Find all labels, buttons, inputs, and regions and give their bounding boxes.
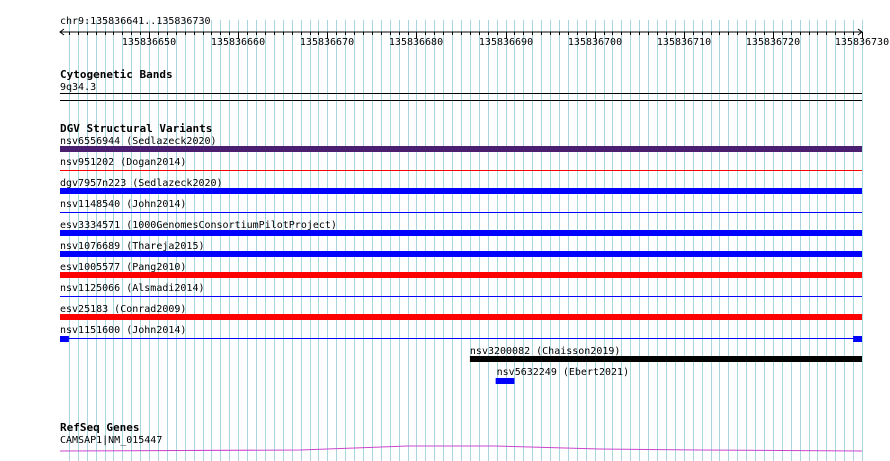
dgv-feature-label: nsv1151600 (John2014) bbox=[60, 325, 186, 336]
ruler-tick-label: 135836710 bbox=[657, 37, 711, 48]
dgv-feature-block[interactable] bbox=[60, 336, 69, 342]
dgv-feature-label: nsv1148540 (John2014) bbox=[60, 199, 186, 210]
dgv-feature-label: dgv7957n223 (Sedlazeck2020) bbox=[60, 178, 223, 189]
ruler-ticks bbox=[69, 32, 863, 39]
dgv-feature[interactable]: nsv3200082 (Chaisson2019) bbox=[469, 346, 862, 362]
dgv-feature[interactable]: nsv5632249 (Ebert2021) bbox=[495, 367, 629, 384]
dgv-feature-bar[interactable] bbox=[60, 314, 862, 320]
dgv-feature-label: esv25183 (Conrad2009) bbox=[60, 304, 186, 315]
dgv-feature-bar[interactable] bbox=[60, 188, 862, 194]
cytoband-track-title: Cytogenetic Bands bbox=[60, 68, 173, 81]
ruler-tick-label: 135836650 bbox=[122, 37, 176, 48]
dgv-feature-label: nsv1125066 (Alsmadi2014) bbox=[60, 283, 205, 294]
ruler-tick-label: 135836730 bbox=[835, 37, 889, 48]
ruler-tick-label: 135836720 bbox=[746, 37, 800, 48]
ruler-tick-label: 135836680 bbox=[389, 37, 443, 48]
dgv-feature-bar[interactable] bbox=[469, 356, 862, 362]
dgv-feature-bar[interactable] bbox=[60, 230, 862, 236]
ruler-tick-label: 135836660 bbox=[211, 37, 265, 48]
refseq-gene-label: CAMSAP1|NM_015447 bbox=[60, 435, 162, 446]
dgv-feature-label: esv1005577 (Pang2010) bbox=[60, 262, 186, 273]
ruler-location-label: chr9:135836641..135836730 bbox=[60, 16, 211, 27]
ruler-tick-label: 135836700 bbox=[568, 37, 622, 48]
dgv-feature-label: nsv5632249 (Ebert2021) bbox=[497, 367, 629, 378]
dgv-feature-bar[interactable] bbox=[60, 272, 862, 278]
dgv-feature-block[interactable] bbox=[853, 336, 862, 342]
dgv-feature-bar[interactable] bbox=[60, 146, 862, 152]
dgv-feature-label: nsv951202 (Dogan2014) bbox=[60, 157, 186, 168]
dgv-feature-label: nsv3200082 (Chaisson2019) bbox=[470, 346, 621, 357]
dgv-feature-label: nsv1076689 (Thareja2015) bbox=[60, 241, 205, 252]
refseq-track-title: RefSeq Genes bbox=[60, 421, 139, 434]
dgv-feature-bar[interactable] bbox=[60, 251, 862, 257]
cytoband-label: 9q34.3 bbox=[60, 82, 96, 93]
dgv-feature-label: esv3334571 (1000GenomesConsortiumPilotPr… bbox=[60, 220, 337, 231]
ruler-tick-labels: 135836650 135836660 135836670 135836680 1358… bbox=[122, 37, 889, 48]
ruler-tick-label: 135836690 bbox=[479, 37, 533, 48]
dgv-feature-block[interactable] bbox=[495, 378, 515, 384]
dgv-track-title: DGV Structural Variants bbox=[60, 122, 212, 135]
genome-browser: chr9:135836641..135836730 135836650 13583… bbox=[0, 0, 890, 461]
ruler-tick-label: 135836670 bbox=[300, 37, 354, 48]
genome-view: chr9:135836641..135836730 135836650 13583… bbox=[59, 16, 889, 461]
dgv-feature-label: nsv6556944 (Sedlazeck2020) bbox=[60, 136, 217, 147]
